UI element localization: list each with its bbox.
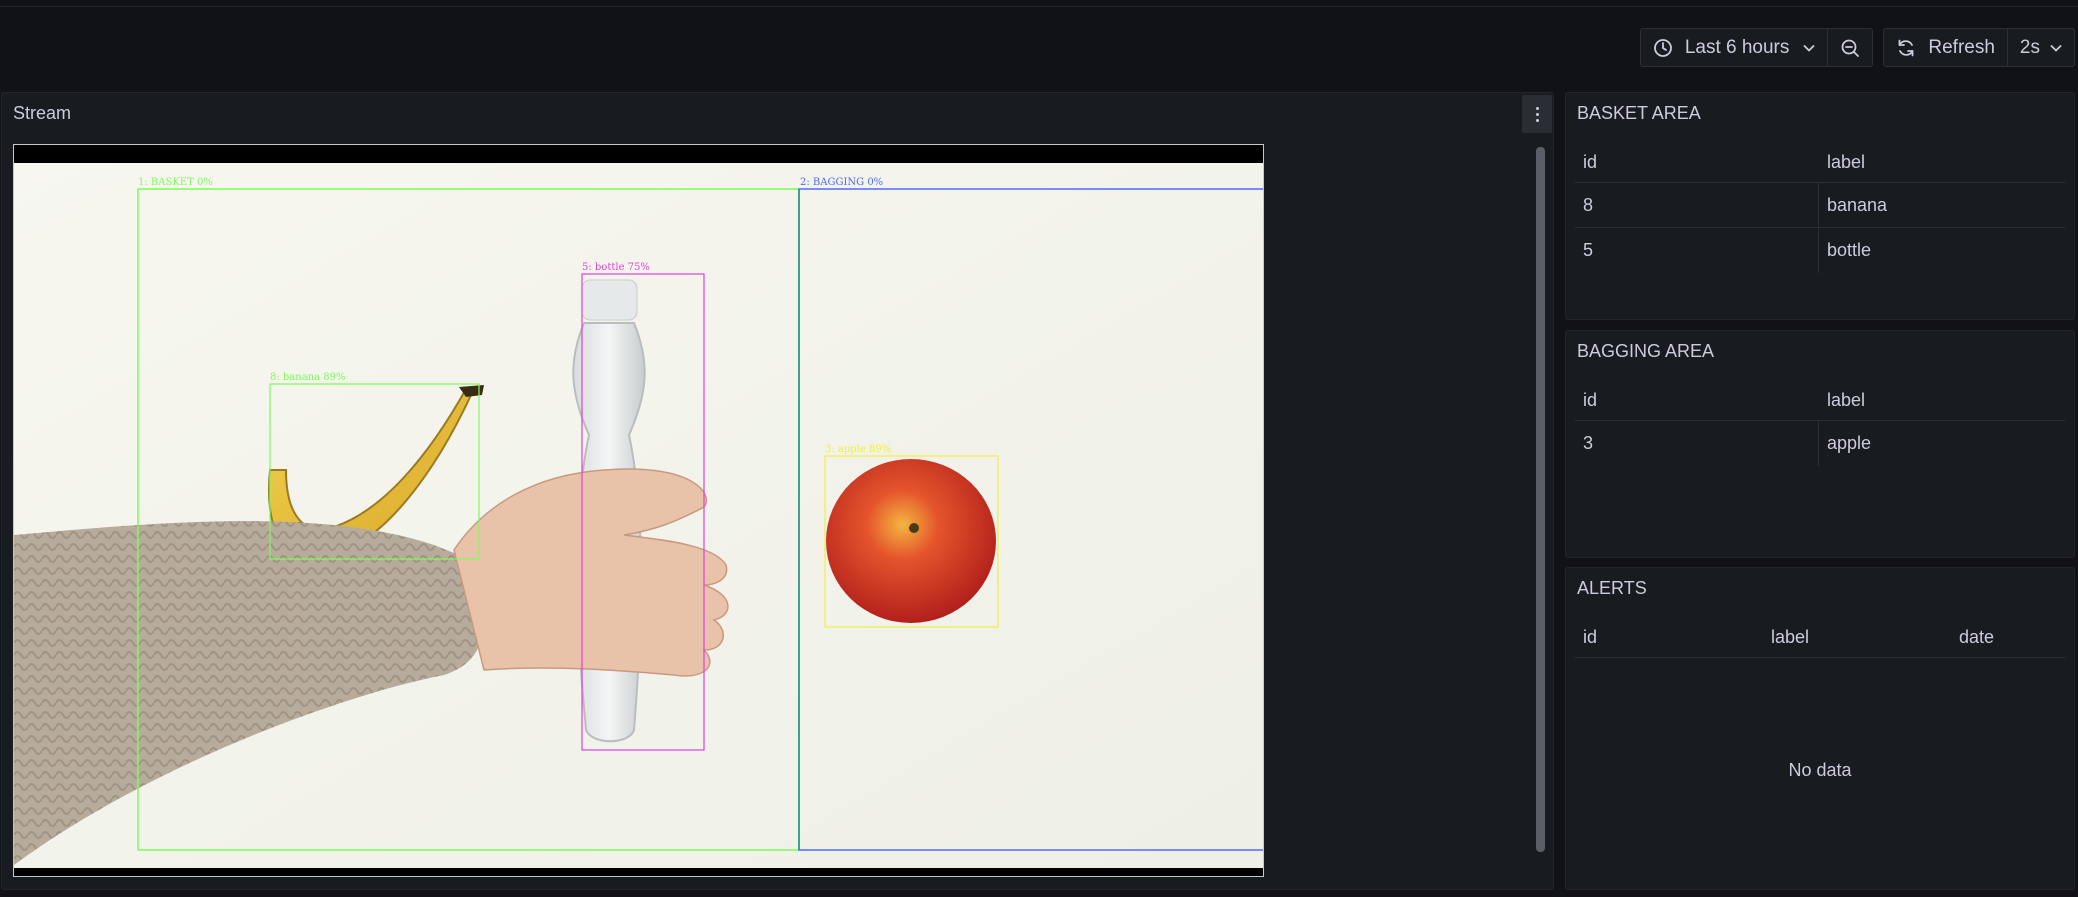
time-range-picker[interactable]: Last 6 hours [1641, 29, 1828, 66]
apple-object [826, 459, 996, 623]
cell-id: 8 [1575, 183, 1819, 227]
bagging-zone-label: 2: BAGGING 0% [800, 177, 883, 188]
column-header-id[interactable]: id [1575, 152, 1819, 173]
stream-panel: Stream 1: BASKET 0% 2: BAGGING 0% 8: ban… [1, 92, 1554, 890]
column-header-id[interactable]: id [1575, 390, 1819, 411]
cell-label: banana [1827, 194, 1888, 215]
time-range-group: Last 6 hours [1639, 28, 1874, 67]
alerts-table: id label date [1575, 618, 2065, 658]
time-range-label: Last 6 hours [1684, 36, 1790, 58]
panel-title: Stream [13, 103, 72, 123]
refresh-icon [1896, 38, 1916, 58]
refresh-interval-label: 2s [2019, 36, 2040, 58]
refresh-interval-picker[interactable]: 2s [2006, 29, 2074, 66]
table-row: 3 apple [1575, 421, 2065, 466]
empty-state: No data [1788, 760, 1852, 780]
zoom-out-icon [1840, 38, 1860, 58]
table-row: 5 bottle [1575, 228, 2065, 273]
basket-area-panel: BASKET AREA id label 8 banana 5 bottle [1565, 92, 2075, 320]
bottle-label: 5: bottle 75% [582, 262, 650, 273]
column-header-date[interactable]: date [1951, 627, 2065, 648]
refresh-label: Refresh [1928, 36, 1995, 58]
zoom-out-button[interactable] [1827, 29, 1872, 66]
cell-label: bottle [1827, 240, 1872, 260]
video-stream: 1: BASKET 0% 2: BAGGING 0% 8: banana 89%… [13, 144, 1264, 877]
top-divider [0, 6, 2078, 7]
table-header: id label [1575, 143, 2065, 183]
column-header-label[interactable]: label [1819, 390, 2065, 411]
panel-title: BAGGING AREA [1577, 341, 1715, 361]
chevron-down-icon [1803, 44, 1816, 52]
column-header-label[interactable]: label [1819, 152, 2065, 173]
panel-title: ALERTS [1577, 578, 1647, 598]
alerts-panel: ALERTS id label date No data [1565, 567, 2075, 890]
basket-table: id label 8 banana 5 bottle [1575, 143, 2065, 273]
table-row: 8 banana [1575, 183, 2065, 228]
bagging-table: id label 3 apple [1575, 381, 2065, 466]
cell-id: 5 [1575, 228, 1819, 273]
apple-label: 3: apple 89% [825, 444, 891, 455]
banana-label: 8: banana 89% [270, 372, 345, 383]
clock-icon [1653, 38, 1673, 58]
bagging-area-panel: BAGGING AREA id label 3 apple [1565, 330, 2075, 558]
table-header: id label [1575, 381, 2065, 421]
refresh-group: Refresh 2s [1883, 28, 2075, 67]
basket-zone-label: 1: BASKET 0% [138, 177, 213, 188]
video-frame: 1: BASKET 0% 2: BAGGING 0% 8: banana 89%… [14, 145, 1263, 876]
cell-label: apple [1827, 433, 1872, 453]
column-header-label[interactable]: label [1763, 627, 1951, 648]
refresh-button[interactable]: Refresh [1884, 29, 2007, 66]
dashboard-toolbar: Last 6 hours Refresh 2s [1639, 28, 2078, 67]
chevron-down-icon [2050, 44, 2062, 52]
column-header-id[interactable]: id [1575, 627, 1763, 648]
table-header: id label date [1575, 618, 2065, 658]
scrollbar[interactable] [1536, 147, 1545, 852]
panel-menu-button[interactable] [1522, 95, 1552, 133]
cell-id: 3 [1575, 421, 1819, 466]
panel-title: BASKET AREA [1577, 103, 1701, 123]
